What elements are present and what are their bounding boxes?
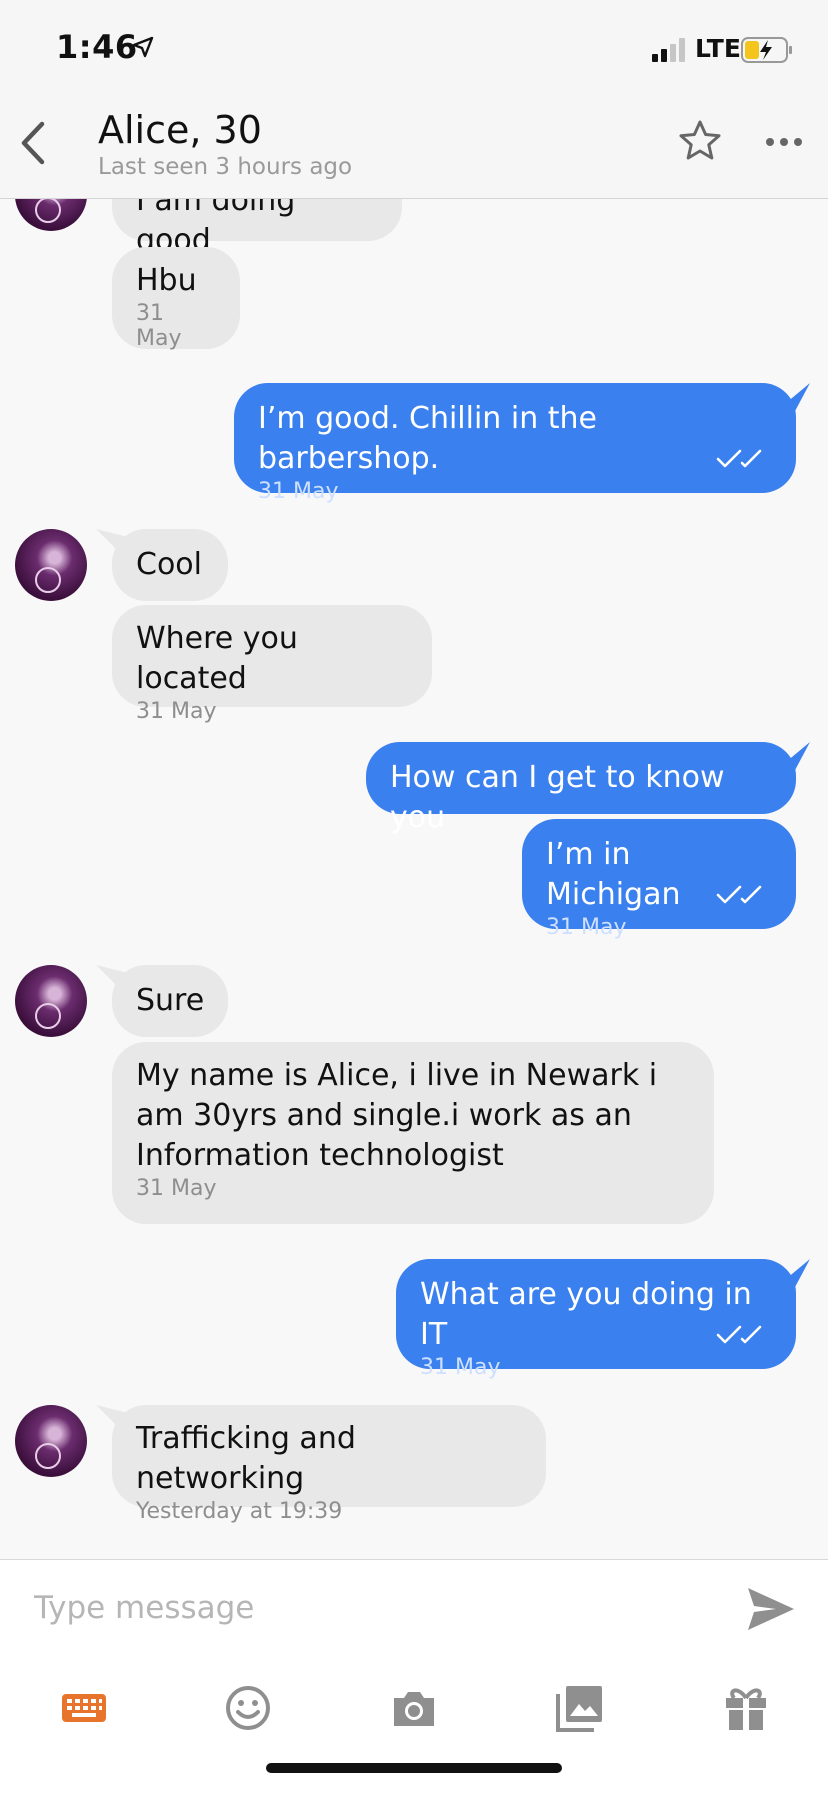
contact-avatar[interactable] [15, 529, 87, 601]
contact-avatar[interactable] [15, 199, 87, 231]
message-text: Trafficking and networking [136, 1421, 356, 1496]
star-icon[interactable] [677, 118, 723, 164]
message-bubble-outgoing[interactable]: I’m in Michigan 31 May [522, 819, 796, 940]
status-time: 1:46 [56, 28, 138, 66]
chat-header: Alice, 30 Last seen 3 hours ago [0, 100, 828, 199]
message-bubble-incoming[interactable]: Trafficking and networking Yesterday at … [112, 1405, 546, 1524]
message-timestamp: 31 May [136, 699, 217, 724]
message-timestamp: 31 May [136, 301, 182, 351]
message-bubble-outgoing[interactable]: What are you doing in IT 31 May [396, 1259, 796, 1380]
message-timestamp: Yesterday at 19:39 [136, 1499, 343, 1524]
message-bubble-outgoing[interactable]: How can I get to know you [366, 742, 796, 835]
back-chevron-icon[interactable] [14, 118, 50, 168]
message-bubble-incoming[interactable]: Sure [112, 965, 228, 1037]
keyboard-icon[interactable] [58, 1682, 110, 1734]
network-type: LTE [695, 34, 741, 63]
read-receipt-icon [716, 885, 762, 904]
message-bubble-incoming[interactable]: Hbu 31 May [112, 247, 240, 351]
message-text: I’m good. Chillin in the barbershop. [258, 401, 597, 476]
battery-charging-icon [741, 37, 792, 63]
message-text: Hbu [136, 263, 197, 298]
message-bubble-outgoing[interactable]: I’m good. Chillin in the barbershop. 31 … [234, 383, 796, 504]
message-list[interactable]: I am doing good Hbu 31 May I’m good. Chi… [0, 199, 828, 1559]
emoji-icon[interactable] [222, 1682, 274, 1734]
message-input[interactable] [32, 1582, 676, 1634]
contact-avatar[interactable] [15, 1405, 87, 1477]
message-text: My name is Alice, i live in Newark i am … [136, 1058, 658, 1173]
send-icon[interactable] [744, 1582, 798, 1636]
home-indicator[interactable] [266, 1763, 562, 1773]
read-receipt-icon [716, 1325, 762, 1344]
camera-icon[interactable] [388, 1682, 440, 1734]
read-receipt-icon [716, 449, 762, 468]
status-bar: 1:46 LTE [0, 0, 828, 100]
message-composer [0, 1559, 828, 1793]
message-text: Cool [136, 547, 202, 582]
contact-avatar[interactable] [15, 965, 87, 1037]
message-bubble-incoming[interactable]: My name is Alice, i live in Newark i am … [112, 1042, 714, 1224]
message-timestamp: 31 May [420, 1355, 501, 1380]
location-arrow-icon [132, 36, 154, 58]
signal-icon [652, 38, 685, 62]
message-timestamp: 31 May [136, 1176, 217, 1201]
gift-icon[interactable] [720, 1682, 772, 1734]
more-icon[interactable] [762, 124, 806, 160]
contact-name[interactable]: Alice, 30 [98, 108, 262, 152]
last-seen-status: Last seen 3 hours ago [98, 154, 353, 180]
message-bubble-incoming[interactable]: Where you located 31 May [112, 605, 432, 724]
gallery-icon[interactable] [554, 1682, 606, 1734]
message-text: Where you located [136, 621, 298, 696]
message-text: Sure [136, 983, 205, 1018]
message-bubble-incoming[interactable]: Cool [112, 529, 228, 601]
message-timestamp: 31 May [258, 479, 339, 504]
message-timestamp: 31 May [546, 915, 627, 940]
message-bubble-incoming[interactable]: I am doing good [112, 199, 402, 258]
